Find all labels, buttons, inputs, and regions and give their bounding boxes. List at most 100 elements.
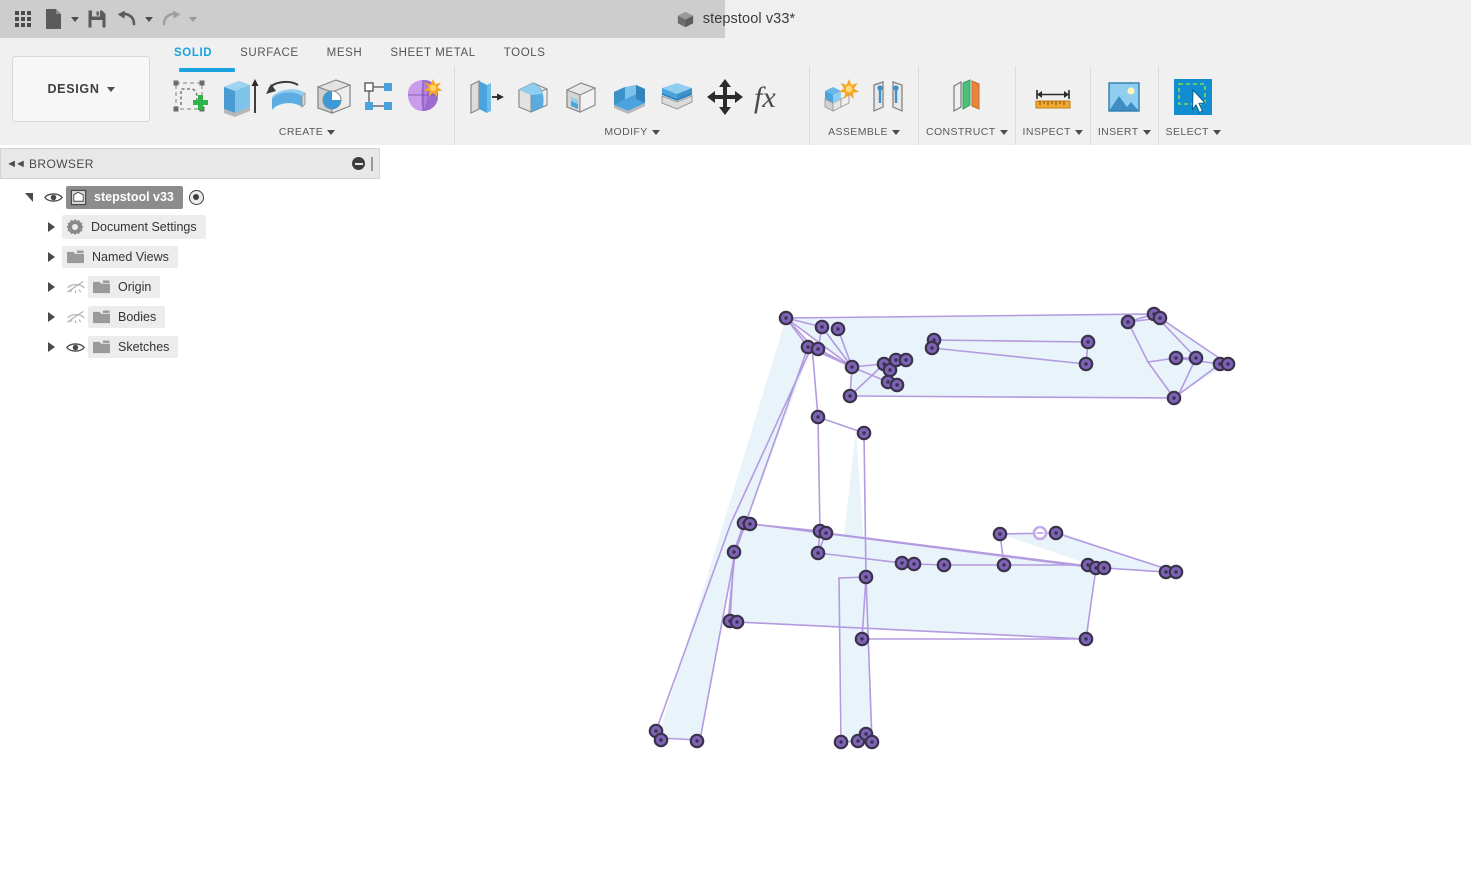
sketch-point-36[interactable] xyxy=(854,631,870,647)
visibility-toggle[interactable] xyxy=(62,280,88,294)
combine-tool[interactable] xyxy=(606,72,652,122)
sketch-point-32[interactable] xyxy=(810,545,826,561)
sketch-point-39[interactable] xyxy=(1048,525,1064,541)
sketch-point-37[interactable] xyxy=(992,526,1008,542)
tree-node-origin[interactable]: Origin xyxy=(0,272,380,302)
sketch-point-49[interactable] xyxy=(1078,631,1094,647)
visibility-toggle[interactable] xyxy=(62,310,88,324)
sketch-point-30[interactable] xyxy=(818,525,834,541)
tab-mesh[interactable]: MESH xyxy=(313,44,377,64)
tree-node-label-group[interactable]: Named Views xyxy=(62,246,178,268)
tree-node-named-views[interactable]: Named Views xyxy=(0,242,380,272)
sketch-point-14[interactable] xyxy=(1120,314,1136,330)
sketch-point-4[interactable] xyxy=(810,341,826,357)
sketch-point-43[interactable] xyxy=(996,557,1012,573)
undo-button[interactable] xyxy=(112,2,142,36)
panel-modify-dropdown[interactable]: MODIFY xyxy=(604,122,660,142)
panel-select-dropdown[interactable]: SELECT xyxy=(1166,122,1221,142)
sketch-point-2[interactable] xyxy=(830,321,846,337)
sketch-point-52[interactable] xyxy=(689,733,705,749)
minus-circle-icon[interactable] xyxy=(352,157,365,170)
new-document-caret[interactable] xyxy=(68,2,82,36)
measure-tool[interactable] xyxy=(1027,72,1079,122)
panel-insert-dropdown[interactable]: INSERT xyxy=(1098,122,1151,142)
visibility-toggle[interactable] xyxy=(62,341,88,354)
sketch-point-40[interactable] xyxy=(894,555,910,571)
select-tool[interactable] xyxy=(1170,72,1216,122)
tree-node-sketches[interactable]: Sketches xyxy=(0,332,380,362)
sketch-point-28[interactable] xyxy=(742,516,758,532)
sketch-point-25[interactable] xyxy=(810,409,826,425)
sketch-point-38[interactable] xyxy=(1032,525,1048,541)
insert-canvas-tool[interactable] xyxy=(1101,72,1147,122)
extrude-tool[interactable] xyxy=(215,72,261,122)
panel-inspect-dropdown[interactable]: INSPECT xyxy=(1023,122,1083,142)
expand-toggle[interactable] xyxy=(40,252,62,262)
sketch-point-9[interactable] xyxy=(898,352,914,368)
tree-node-label-group[interactable]: Bodies xyxy=(88,306,166,328)
sketch-point-46[interactable] xyxy=(1096,560,1112,576)
create-sketch-tool[interactable] xyxy=(167,72,213,122)
tab-solid[interactable]: SOLID xyxy=(160,44,226,64)
expand-toggle[interactable] xyxy=(40,282,62,292)
change-parameters-tool[interactable]: fx xyxy=(750,72,802,122)
workspace-switcher-button[interactable]: DESIGN xyxy=(12,56,150,122)
sketch-point-42[interactable] xyxy=(936,557,952,573)
tree-node-label-group[interactable]: Origin xyxy=(88,276,161,298)
sketch-point-21[interactable] xyxy=(1166,390,1182,406)
tab-surface[interactable]: SURFACE xyxy=(226,44,313,64)
sketch-edge-43[interactable] xyxy=(817,416,821,532)
sketch-point-35[interactable] xyxy=(729,614,745,630)
collapse-left-icon[interactable]: ◄◄ xyxy=(1,158,29,170)
sketch-edge-76[interactable] xyxy=(811,345,819,418)
sketch-point-16[interactable] xyxy=(1152,310,1168,326)
shell-tool[interactable] xyxy=(558,72,604,122)
panel-construct-dropdown[interactable]: CONSTRUCT xyxy=(926,122,1008,142)
revolve-tool[interactable] xyxy=(263,72,309,122)
hole-tool[interactable] xyxy=(311,72,357,122)
tree-node-stepstool[interactable]: stepstool v33 xyxy=(0,182,380,212)
activate-component-radio[interactable] xyxy=(188,189,204,205)
offset-plane-tool[interactable] xyxy=(944,72,990,122)
sketch-point-56[interactable] xyxy=(864,734,880,750)
visibility-toggle[interactable] xyxy=(40,191,66,204)
tree-node-label-group[interactable]: stepstool v33 xyxy=(66,185,183,209)
sketch-point-51[interactable] xyxy=(653,732,669,748)
sketch-point-0[interactable] xyxy=(778,310,794,326)
sketch-edge-42[interactable] xyxy=(817,416,865,434)
sketch-point-20[interactable] xyxy=(1220,356,1236,372)
expand-toggle[interactable] xyxy=(40,312,62,322)
panel-resize-grip[interactable] xyxy=(371,156,373,171)
panel-assemble-dropdown[interactable]: ASSEMBLE xyxy=(828,122,900,142)
sketch-point-26[interactable] xyxy=(856,425,872,441)
sketch-point-22[interactable] xyxy=(842,388,858,404)
fillet-tool[interactable] xyxy=(510,72,556,122)
new-document-button[interactable] xyxy=(38,2,68,36)
undo-caret[interactable] xyxy=(142,2,156,36)
sketch-point-12[interactable] xyxy=(1080,334,1096,350)
tab-sheet-metal[interactable]: SHEET METAL xyxy=(376,44,489,64)
redo-button[interactable] xyxy=(156,2,186,36)
sketch-point-17[interactable] xyxy=(1168,350,1184,366)
tree-node-label-group[interactable]: Document Settings xyxy=(62,215,206,239)
press-pull-tool[interactable] xyxy=(462,72,508,122)
move-copy-tool[interactable] xyxy=(702,72,748,122)
sketch-edge-63[interactable] xyxy=(999,532,1057,535)
sketch-point-31[interactable] xyxy=(726,544,742,560)
sketch-point-24[interactable] xyxy=(889,377,905,393)
save-button[interactable] xyxy=(82,2,112,36)
rib-web-tool[interactable] xyxy=(359,72,399,122)
sketch-point-18[interactable] xyxy=(1188,350,1204,366)
redo-caret[interactable] xyxy=(186,2,200,36)
sketch-point-53[interactable] xyxy=(833,734,849,750)
sketch-point-33[interactable] xyxy=(858,569,874,585)
expand-toggle[interactable] xyxy=(40,342,62,352)
new-component-tool[interactable] xyxy=(817,72,863,122)
tab-tools[interactable]: TOOLS xyxy=(490,44,560,64)
app-grid-button[interactable] xyxy=(8,2,38,36)
sketch-point-5[interactable] xyxy=(844,359,860,375)
tree-node-document-settings[interactable]: Document Settings xyxy=(0,212,380,242)
sketch-point-41[interactable] xyxy=(906,556,922,572)
sketch-point-48[interactable] xyxy=(1168,564,1184,580)
form-tool[interactable] xyxy=(401,72,447,122)
